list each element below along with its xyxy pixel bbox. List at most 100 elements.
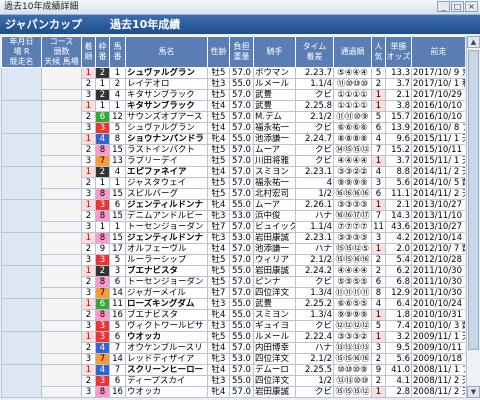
column-header[interactable]: 前走 bbox=[411, 36, 465, 68]
scroll-up-arrow-icon[interactable]: ▲ bbox=[467, 36, 480, 48]
result-row[interactable]: 1 4 8 ショウナンパンドラ 牝4 55.0 池添謙一 2.24.7 ⑧⑧⑧⑧ 4 9.6 2015… bbox=[1, 133, 465, 167]
previous-race: 2017/10/29 天皇賞 bbox=[411, 89, 465, 101]
horse-name[interactable]: シュヴァルグラン bbox=[125, 67, 208, 79]
window-title: 過去10年成績詳細 bbox=[4, 2, 79, 12]
horse-number: 5 bbox=[109, 254, 126, 266]
course-cell bbox=[41, 232, 82, 255]
weight: 53.0 bbox=[229, 210, 254, 222]
result-row[interactable]: 3 3 5 ルーラーシップ 牡5 57.0 ウィリア 2.1/2 ⑮⑮⑯⑯ 2 5.4 2012/10… bbox=[2, 254, 465, 266]
horse-name[interactable]: ディープスカイ bbox=[125, 375, 208, 387]
course-cell bbox=[41, 265, 82, 288]
column-header[interactable]: 負担 重量 bbox=[229, 36, 254, 68]
popularity: 6 bbox=[371, 122, 386, 134]
result-row[interactable]: 1 4 7 スクリーンヒーロー 牡4 57.0 デムーロ 2.25.5 ⑩⑩⑩⑨ 9 41.0 200… bbox=[1, 364, 465, 398]
result-row[interactable]: 1 1 1 キタサンブラック 牡4 57.0 武豊 2.25.8 ①①①① 1 3.8 2016/10… bbox=[1, 100, 465, 134]
result-row[interactable]: 1 6 11 ローズキングダム 牡3 55.0 武豊 2.25.2 ⑥⑥⑤⑤ 4 6.4 2010/1… bbox=[1, 298, 465, 332]
horse-name[interactable]: キタサンブラック bbox=[125, 89, 208, 101]
horse-name[interactable]: レッドディザイア bbox=[125, 353, 208, 365]
win-odds: 5.4 bbox=[385, 254, 412, 266]
horse-name[interactable]: オルフェーヴル bbox=[125, 243, 208, 255]
horse-name[interactable]: ラブリーデイ bbox=[125, 155, 208, 167]
race-date-cell bbox=[1, 100, 42, 134]
passing-order: ④④④④ bbox=[333, 265, 372, 277]
horse-name[interactable]: エピファネイア bbox=[125, 166, 208, 178]
finish-rank: 3 bbox=[81, 122, 96, 134]
column-header[interactable]: 着順 bbox=[81, 36, 96, 68]
horse-name[interactable]: シュヴァルグラン bbox=[125, 122, 208, 134]
result-row[interactable]: 1 3 6 ジェンティルドンナ 牝4 55.0 ムーア 2.26.1 ③③③③ 1 2.1 2013/… bbox=[1, 199, 465, 233]
time-margin: クビ bbox=[295, 89, 334, 101]
result-row[interactable]: 3 2 4 キタサンブラック 牡5 57.0 武豊 クビ ①①①① 1 2.1 2017/10/29 … bbox=[2, 89, 465, 101]
vertical-scrollbar[interactable]: ▲ ▼ bbox=[466, 36, 480, 398]
result-row[interactable]: 1 2 3 ブエナビスタ 牝5 55.0 岩田康誠 2.24.2 ④④④④ 2 6.2 2011/10… bbox=[1, 265, 465, 299]
win-odds: 13.3 bbox=[385, 67, 412, 79]
result-row[interactable]: 3 1 1 トーセンジョーダン 牡7 57.0 ビュイック 1.1/4 ⑦⑦⑦⑦ 11 43.6 20… bbox=[2, 221, 465, 233]
column-header[interactable]: 騎手 bbox=[253, 36, 296, 68]
scroll-down-arrow-icon[interactable]: ▼ bbox=[467, 386, 480, 398]
result-row[interactable]: 3 7 14 レッドディザイア 牝3 53.0 四位洋文 2.1/2 ⑮⑮⑯⑯ 2 5.6 2009/… bbox=[2, 353, 465, 365]
result-row[interactable]: 1 3 6 ウオッカ 牝5 55.0 ルメール 2.22.4 ③③③② 1 3.2 2009/11/ … bbox=[1, 331, 465, 365]
horse-number: 8 bbox=[109, 133, 126, 145]
result-row[interactable]: 3 7 13 ラブリーデイ 牡5 57.0 川田将雅 クビ ④④④④ 1 3.7 2015/11/ 1… bbox=[2, 155, 465, 167]
horse-name[interactable]: ラストインパクト bbox=[125, 144, 208, 156]
horse-name[interactable]: ブエナビスタ bbox=[125, 309, 208, 321]
result-row[interactable]: 1 2 1 シュヴァルグラン 牡5 57.0 ボウマン 2.23.7 ⑤④④④ 5 13.3 2017… bbox=[1, 67, 465, 101]
column-header[interactable]: コース 頭数 天候 馬場 bbox=[41, 36, 82, 68]
horse-number: 14 bbox=[109, 287, 126, 299]
popularity: 1 bbox=[371, 100, 386, 112]
horse-name[interactable]: ジャガーメイル bbox=[125, 287, 208, 299]
horse-name[interactable]: ショウナンパンドラ bbox=[125, 133, 208, 145]
result-row[interactable]: 3 3 5 ヴィクトワールピサ 牡3 55.0 ギュイヨ クビ ⑫⑫⑫⑫ 5 7.4 2010/10/… bbox=[2, 320, 465, 332]
horse-name[interactable]: ブエナビスタ bbox=[125, 265, 208, 277]
column-header[interactable]: 枠番 bbox=[95, 36, 110, 68]
weight: 57.0 bbox=[229, 254, 254, 266]
horse-name[interactable]: トーセンジョーダン bbox=[125, 276, 208, 288]
previous-race: 2011/10/30 天皇賞 bbox=[411, 265, 465, 277]
result-row[interactable]: 3816ウオッカ牝457.0岩田康誠クビ⑮⑮⑮⑫12.82008/11/ 2 天… bbox=[2, 386, 465, 398]
weather-cell bbox=[41, 155, 82, 167]
horse-name[interactable]: トーセンジョーダン bbox=[125, 221, 208, 233]
horse-name[interactable]: ジェンティルドンナ bbox=[125, 199, 208, 211]
sex-age: 牡5 bbox=[207, 89, 230, 101]
horse-name[interactable]: ジャスタウェイ bbox=[125, 177, 208, 189]
horse-name[interactable]: レイデオロ bbox=[125, 78, 208, 90]
popularity: 11 bbox=[371, 221, 386, 233]
minimize-button[interactable]: _ bbox=[437, 1, 450, 12]
result-row[interactable]: 1 2 4 エピファネイア 牡4 57.0 スミヨン 2.23.1 ③③②② 4 8.8 2014/1… bbox=[1, 166, 465, 200]
horse-name[interactable]: ルーラーシップ bbox=[125, 254, 208, 266]
time-margin: ハナ bbox=[295, 243, 334, 255]
close-button[interactable]: × bbox=[465, 1, 478, 12]
column-header[interactable]: 人気 bbox=[371, 36, 386, 68]
gate-number: 7 bbox=[95, 287, 110, 299]
result-row[interactable]: 1 8 15 ジェンティルドンナ 牝3 53.0 岩田康誠 2.23.1 ③③③③ 3 4.2 201… bbox=[1, 232, 465, 266]
horse-name[interactable]: ウオッカ bbox=[125, 331, 208, 343]
scroll-thumb[interactable] bbox=[468, 50, 479, 350]
horse-name[interactable]: オウケンブルースリ bbox=[125, 342, 208, 354]
column-header[interactable]: 年月日場 R 競走名 bbox=[1, 36, 42, 68]
horse-name[interactable]: サウンズオブアース bbox=[125, 111, 208, 123]
column-header[interactable]: 単勝 オッズ bbox=[385, 36, 412, 68]
result-row[interactable]: 3 7 14 ジャガーメイル 牡7 57.0 四位洋文 1.3/4 ⑪⑪⑪⑪ 8 12.9 2011/… bbox=[2, 287, 465, 299]
maximize-button[interactable]: □ bbox=[451, 1, 464, 12]
jockey: 四位洋文 bbox=[253, 287, 296, 299]
column-header[interactable]: 馬名 bbox=[125, 36, 208, 68]
column-header[interactable]: 性齢 bbox=[207, 36, 230, 68]
horse-name[interactable]: スピルバーグ bbox=[125, 188, 208, 200]
column-header[interactable]: タイム 着差 bbox=[295, 36, 334, 68]
horse-name[interactable]: スクリーンヒーロー bbox=[125, 364, 208, 376]
horse-name[interactable]: キタサンブラック bbox=[125, 100, 208, 112]
result-row[interactable]: 3 8 15 スピルバーグ 牡5 57.0 北村宏司 1/2 ⑯⑯⑯⑯ 6 11.1 2014/11/… bbox=[2, 188, 465, 200]
popularity: 5 bbox=[371, 320, 386, 332]
horse-name[interactable]: デニムアンドルビー bbox=[125, 210, 208, 222]
horse-name[interactable]: ウオッカ bbox=[125, 386, 208, 398]
previous-race: 2013/10/27 天皇賞 bbox=[411, 199, 465, 211]
column-header[interactable]: 通過順 bbox=[333, 36, 372, 68]
horse-name[interactable]: ローズキングダム bbox=[125, 298, 208, 310]
time-margin: 2.26.1 bbox=[295, 199, 334, 211]
result-row[interactable]: 3 3 5 シュヴァルグラン 牡4 57.0 福永祐一 クビ ⑥⑥⑥⑥ 6 13.9 2016/10/… bbox=[2, 122, 465, 134]
column-header[interactable]: 馬番 bbox=[109, 36, 126, 68]
sex-age: 牝4 bbox=[207, 199, 230, 211]
horse-name[interactable]: ヴィクトワールピサ bbox=[125, 320, 208, 332]
horse-number: 5 bbox=[109, 320, 126, 332]
horse-name[interactable]: ジェンティルドンナ bbox=[125, 232, 208, 244]
